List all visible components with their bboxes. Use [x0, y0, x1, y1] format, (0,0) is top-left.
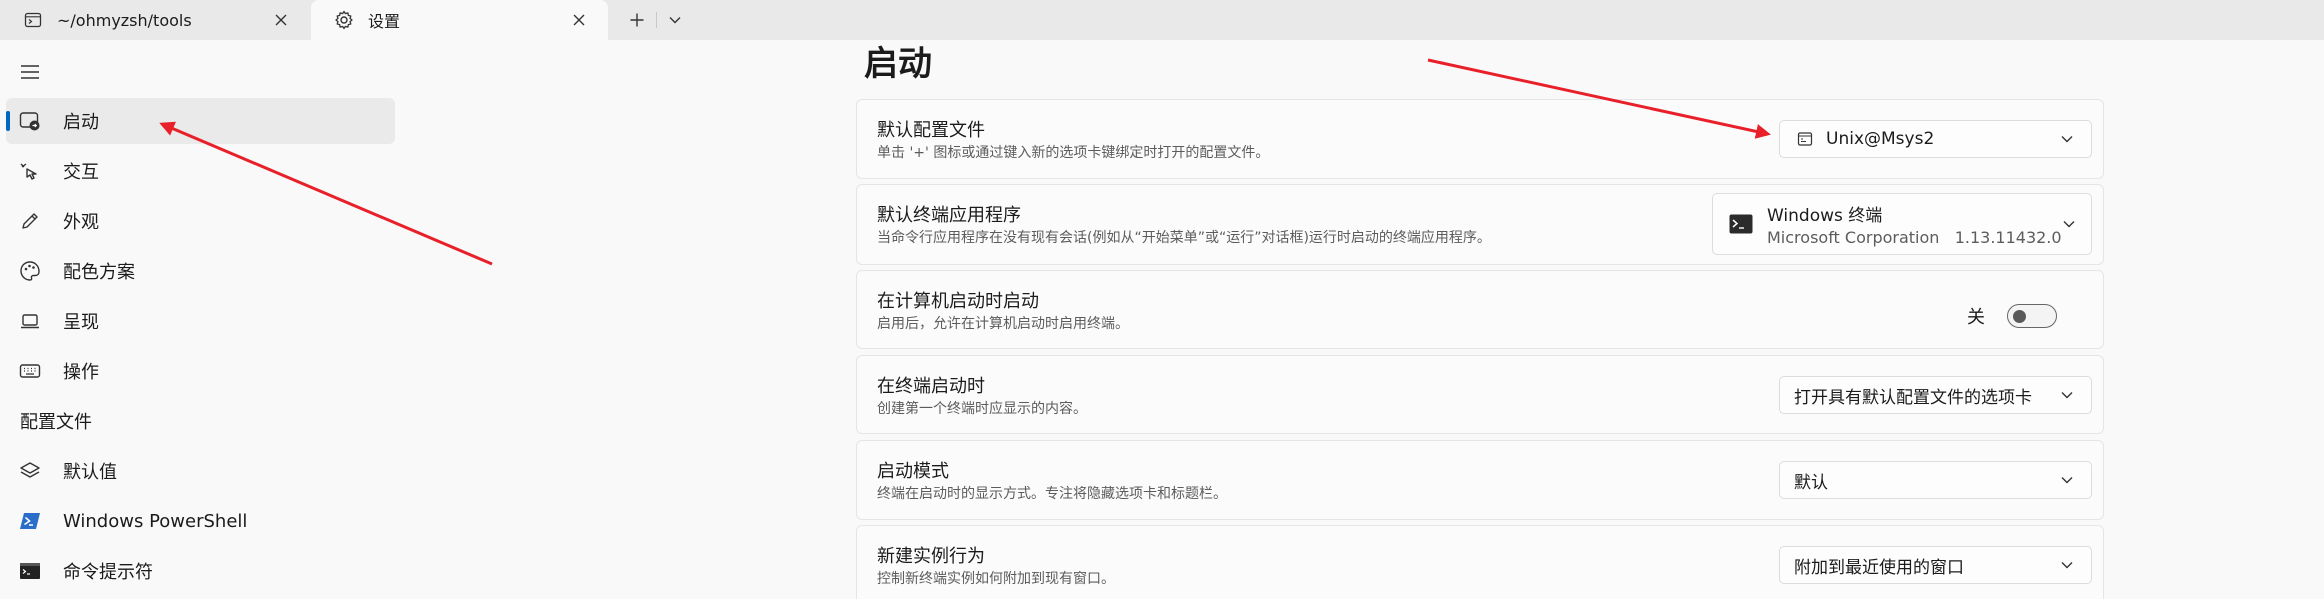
launch-on-startup-toggle[interactable]: [2007, 304, 2057, 328]
setting-description: 当命令行应用程序在没有现有会话(例如从“开始菜单”或“运行”对话框)运行时启动的…: [877, 230, 1491, 246]
dropdown-value: 打开具有默认配置文件的选项卡: [1794, 387, 2032, 408]
tab-settings[interactable]: 设置: [311, 0, 608, 40]
sidebar-item-label: 命令提示符: [63, 562, 153, 583]
close-icon[interactable]: [568, 9, 590, 31]
sidebar-item-label: 操作: [63, 362, 99, 383]
chevron-down-icon: [669, 17, 681, 24]
palette-icon: [18, 259, 42, 283]
layers-icon: [18, 459, 42, 483]
terminal-app-version: 1.13.11432.0: [1954, 228, 2062, 247]
setting-description: 控制新终端实例如何附加到现有窗口。: [877, 571, 1115, 587]
setting-card-new-instance-behavior: 新建实例行为 控制新终端实例如何附加到现有窗口。 附加到最近使用的窗口: [856, 525, 2104, 599]
setting-card-on-launch: 在终端启动时 创建第一个终端时应显示的内容。 打开具有默认配置文件的选项卡: [856, 355, 2104, 434]
sidebar-item-color-schemes[interactable]: 配色方案: [6, 248, 395, 294]
sidebar-item-defaults[interactable]: 默认值: [6, 448, 395, 494]
terminal-app-name: Windows 终端: [1767, 206, 1883, 226]
toggle-knob: [2013, 309, 2026, 323]
terminal-app-publisher: Microsoft Corporation: [1767, 228, 1940, 247]
profiles-header: 配置文件: [20, 412, 92, 433]
plus-icon: [630, 13, 644, 27]
sidebar-item-startup[interactable]: 启动: [6, 98, 395, 144]
setting-description: 创建第一个终端时应显示的内容。: [877, 401, 1087, 417]
setting-description: 启用后，允许在计算机启动时启用终端。: [877, 316, 1129, 332]
terminal-app-publisher-line: Microsoft Corporation 1.13.11432.0: [1767, 228, 2062, 247]
setting-card-default-profile: 默认配置文件 单击 '+' 图标或通过键入新的选项卡键绑定时打开的配置文件。 U…: [856, 99, 2104, 179]
interaction-icon: [18, 159, 42, 183]
toggle-state-label: 关: [1967, 307, 1985, 328]
tab-bar: ~/ohmyzsh/tools 设置: [0, 0, 2324, 40]
setting-title: 默认终端应用程序: [877, 205, 1021, 226]
chevron-down-icon: [2057, 470, 2077, 490]
sidebar-item-actions[interactable]: 操作: [6, 348, 395, 394]
setting-title: 默认配置文件: [877, 120, 985, 141]
dropdown-value: Unix@Msys2: [1826, 129, 1935, 149]
setting-title: 新建实例行为: [877, 546, 985, 567]
laptop-icon: [18, 309, 42, 333]
sidebar-item-label: 交互: [63, 162, 99, 183]
close-icon[interactable]: [270, 9, 292, 31]
selection-indicator: [6, 111, 10, 131]
tab-terminal[interactable]: ~/ohmyzsh/tools: [0, 0, 310, 40]
sidebar-item-rendering[interactable]: 呈现: [6, 298, 395, 344]
startup-icon: [18, 109, 42, 133]
sidebar-item-label: 默认值: [63, 462, 117, 483]
chevron-down-icon: [2057, 555, 2077, 575]
launch-on-startup-toggle-group: 关: [1967, 303, 2057, 329]
tab-label: ~/ohmyzsh/tools: [57, 10, 192, 30]
sidebar-item-label: 外观: [63, 212, 99, 233]
new-instance-behavior-dropdown[interactable]: 附加到最近使用的窗口: [1779, 546, 2092, 584]
setting-card-launch-mode: 启动模式 终端在启动时的显示方式。专注将隐藏选项卡和标题栏。 默认: [856, 440, 2104, 520]
dropdown-value: 默认: [1794, 472, 1828, 493]
profile-icon: [1796, 130, 1814, 148]
default-terminal-dropdown[interactable]: Windows 终端 Microsoft Corporation 1.13.11…: [1712, 193, 2092, 255]
sidebar-item-label: Windows PowerShell: [63, 510, 248, 532]
tab-label: 设置: [368, 12, 401, 31]
sidebar-item-windows-powershell[interactable]: Windows PowerShell: [6, 498, 395, 544]
setting-card-launch-on-startup: 在计算机启动时启动 启用后，允许在计算机启动时启用终端。 关: [856, 270, 2104, 349]
sidebar-item-label: 呈现: [63, 312, 99, 333]
terminal-app-info: Windows 终端 Microsoft Corporation 1.13.11…: [1767, 201, 2062, 247]
powershell-icon: [18, 509, 42, 533]
launch-mode-dropdown[interactable]: 默认: [1779, 461, 2092, 499]
sidebar-item-label: 启动: [63, 112, 99, 133]
setting-title: 在终端启动时: [877, 376, 985, 397]
chevron-down-icon: [2057, 129, 2077, 149]
setting-card-default-terminal-app: 默认终端应用程序 当命令行应用程序在没有现有会话(例如从“开始菜单”或“运行”对…: [856, 184, 2104, 265]
on-launch-dropdown[interactable]: 打开具有默认配置文件的选项卡: [1779, 376, 2092, 414]
sidebar-item-command-prompt[interactable]: 命令提示符: [6, 548, 395, 594]
tab-dropdown-button[interactable]: [664, 8, 686, 32]
chevron-down-icon: [2057, 385, 2077, 405]
dropdown-value: 附加到最近使用的窗口: [1794, 557, 1964, 578]
default-profile-dropdown[interactable]: Unix@Msys2: [1779, 120, 2092, 158]
pen-icon: [18, 209, 42, 233]
keyboard-icon: [18, 359, 42, 383]
setting-description: 终端在启动时的显示方式。专注将隐藏选项卡和标题栏。: [877, 486, 1227, 502]
chevron-down-icon: [2062, 214, 2077, 234]
sidebar-item-appearance[interactable]: 外观: [6, 198, 395, 244]
hamburger-icon: [21, 65, 39, 79]
new-tab-button[interactable]: [624, 8, 650, 32]
page-title: 启动: [864, 44, 932, 84]
gear-icon: [333, 9, 355, 31]
terminal-app-icon: [1729, 211, 1753, 237]
sidebar-item-label: 配色方案: [63, 262, 135, 283]
setting-title: 在计算机启动时启动: [877, 291, 1039, 312]
sidebar-item-interaction[interactable]: 交互: [6, 148, 395, 194]
terminal-icon: [22, 9, 44, 31]
setting-title: 启动模式: [877, 461, 949, 482]
cmd-icon: [18, 559, 42, 583]
menu-toggle-button[interactable]: [18, 60, 42, 84]
setting-description: 单击 '+' 图标或通过键入新的选项卡键绑定时打开的配置文件。: [877, 145, 1270, 161]
divider: [656, 12, 657, 28]
